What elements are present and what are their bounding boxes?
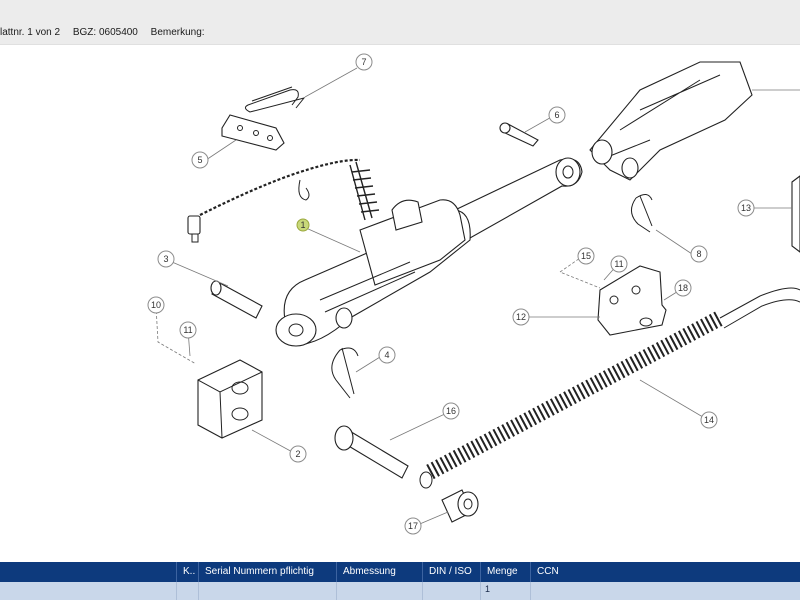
column-k[interactable]: K..: [176, 562, 198, 582]
remark-label: Bemerkung:: [150, 27, 205, 38]
callout-12[interactable]: 12: [512, 308, 530, 326]
bolt-part-3: [210, 280, 263, 319]
table-row[interactable]: 1: [0, 582, 800, 600]
column-abmessung[interactable]: Abmessung: [336, 562, 422, 582]
svg-text:11: 11: [614, 259, 623, 269]
cell-serial: [198, 582, 336, 600]
bgz-number: BGZ: 0605400: [72, 27, 138, 38]
linch-pin-part-4: [331, 347, 359, 399]
svg-text:14: 14: [704, 415, 714, 425]
svg-text:15: 15: [581, 251, 591, 261]
u-bolt-part: [244, 86, 306, 113]
cell-menge: 1: [480, 582, 530, 600]
svg-text:3: 3: [163, 254, 168, 264]
pin-part: [499, 122, 539, 147]
svg-text:7: 7: [361, 57, 366, 67]
top-link-assembly: [275, 157, 583, 347]
callout-8[interactable]: 8: [690, 245, 708, 263]
callout-16[interactable]: 16: [442, 402, 460, 420]
svg-text:13: 13: [741, 203, 751, 213]
svg-text:10: 10: [151, 300, 161, 310]
callout-7[interactable]: 6: [548, 106, 566, 124]
callout-18[interactable]: 18: [674, 279, 692, 297]
svg-text:12: 12: [516, 312, 526, 322]
svg-text:16: 16: [446, 406, 456, 416]
upper-bracket-part: [589, 61, 753, 181]
bushing-part: [441, 489, 479, 523]
sheet-number: lattnr. 1 von 2: [0, 27, 61, 38]
cell-din-iso: [422, 582, 480, 600]
plate-part: [221, 114, 285, 151]
linch-pin-part-8: [631, 194, 653, 233]
svg-text:18: 18: [678, 283, 688, 293]
clevis-block-part: [197, 359, 263, 439]
callout-6[interactable]: 7: [355, 53, 373, 71]
callout-2[interactable]: 2: [289, 445, 307, 463]
cell-k: [176, 582, 198, 600]
cell-ccn: [530, 582, 592, 600]
svg-text:1: 1: [300, 220, 305, 230]
mounting-plate-part: [597, 265, 667, 336]
callout-10[interactable]: 10: [147, 296, 165, 314]
callout-1[interactable]: 1: [296, 218, 310, 232]
svg-text:8: 8: [696, 249, 701, 259]
svg-text:11: 11: [183, 325, 192, 335]
svg-text:4: 4: [384, 350, 389, 360]
drawing-info-bar: lattnr. 1 von 2 BGZ: 0605400 Bemerkung:: [0, 0, 800, 45]
callout-4[interactable]: 4: [378, 346, 396, 364]
column-serial[interactable]: Serial Nummern pflichtig: [198, 562, 336, 582]
cell-abmessung: [336, 582, 422, 600]
pin-part-16: [334, 425, 409, 479]
callout-11-right[interactable]: 11: [610, 255, 628, 273]
column-din-iso[interactable]: DIN / ISO: [422, 562, 480, 582]
column-menge[interactable]: Menge: [480, 562, 530, 582]
svg-text:2: 2: [295, 449, 300, 459]
svg-text:6: 6: [554, 110, 559, 120]
side-bracket-part: [791, 175, 800, 253]
callout-13[interactable]: 14: [700, 411, 718, 429]
drawing-info: lattnr. 1 von 2 BGZ: 0605400 Bemerkung:: [0, 27, 215, 38]
chain-part: [187, 158, 361, 243]
parts-table-header: K.. Serial Nummern pflichtig Abmessung D…: [0, 562, 800, 582]
callout-3[interactable]: 3: [157, 250, 175, 268]
column-ccn[interactable]: CCN: [530, 562, 592, 582]
svg-text:5: 5: [197, 155, 202, 165]
callout-15[interactable]: 15: [577, 247, 595, 265]
callout-11-left[interactable]: 11: [179, 321, 197, 339]
callout-17[interactable]: 17: [404, 517, 422, 535]
exploded-parts-drawing: 7 5 6 13 8 1 3 15 11 18 10 11 12 4 16 14…: [147, 53, 800, 535]
spring-part: [349, 161, 380, 221]
callout-5[interactable]: 5: [191, 151, 209, 169]
svg-text:17: 17: [408, 521, 418, 531]
callout-14[interactable]: 13: [737, 199, 755, 217]
